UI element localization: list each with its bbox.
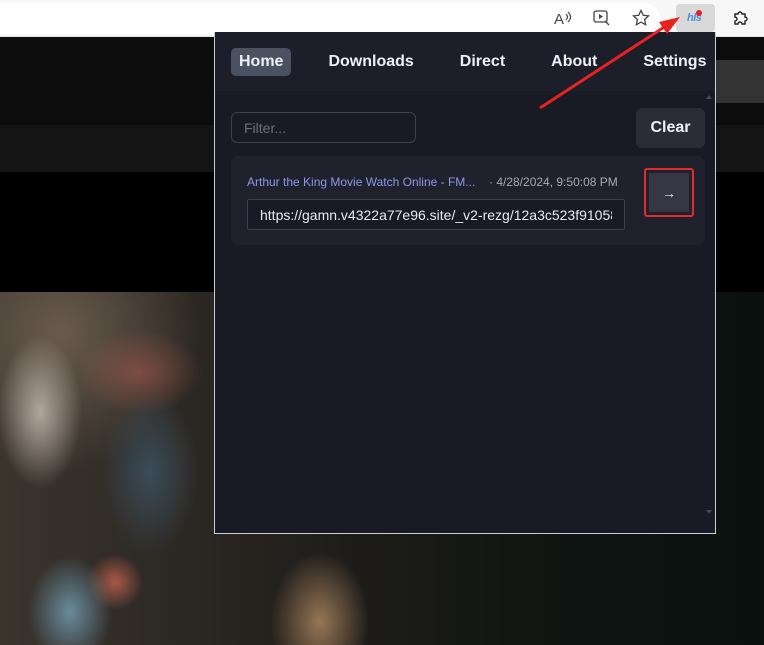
item-timestamp: · 4/28/2024, 9:50:08 PM [489,175,618,189]
tab-downloads[interactable]: Downloads [320,48,421,76]
tab-home[interactable]: Home [231,47,292,76]
page-button[interactable] [716,60,764,103]
filter-input[interactable] [231,112,416,143]
arrow-right-icon: → [649,173,689,212]
extension-active-button[interactable]: hls [676,4,715,32]
immersive-reader-icon[interactable] [589,6,615,30]
scroll-up-arrow[interactable] [706,95,712,99]
extension-badge-dot [696,10,702,16]
popup-nav: Home Downloads Direct About Settings [215,32,715,91]
tab-about[interactable]: About [543,48,605,76]
favorite-star-icon[interactable] [628,6,654,30]
list-item: Arthur the King Movie Watch Online - FM.… [231,156,705,245]
svg-text:A: A [554,11,564,26]
read-aloud-icon[interactable]: A [550,6,576,30]
item-title-link[interactable]: Arthur the King Movie Watch Online - FM.… [247,175,475,189]
scroll-down-arrow[interactable] [706,510,712,514]
screen: A hls Home Downloads Direct About Settin… [0,0,764,645]
extensions-puzzle-icon[interactable] [727,6,753,30]
tab-settings[interactable]: Settings [635,48,714,76]
item-go-button[interactable]: → [644,168,694,217]
item-url-field[interactable] [247,199,625,230]
clear-button[interactable]: Clear [636,108,705,148]
tab-direct[interactable]: Direct [452,48,513,76]
extension-popup: Home Downloads Direct About Settings Cle… [214,32,716,534]
